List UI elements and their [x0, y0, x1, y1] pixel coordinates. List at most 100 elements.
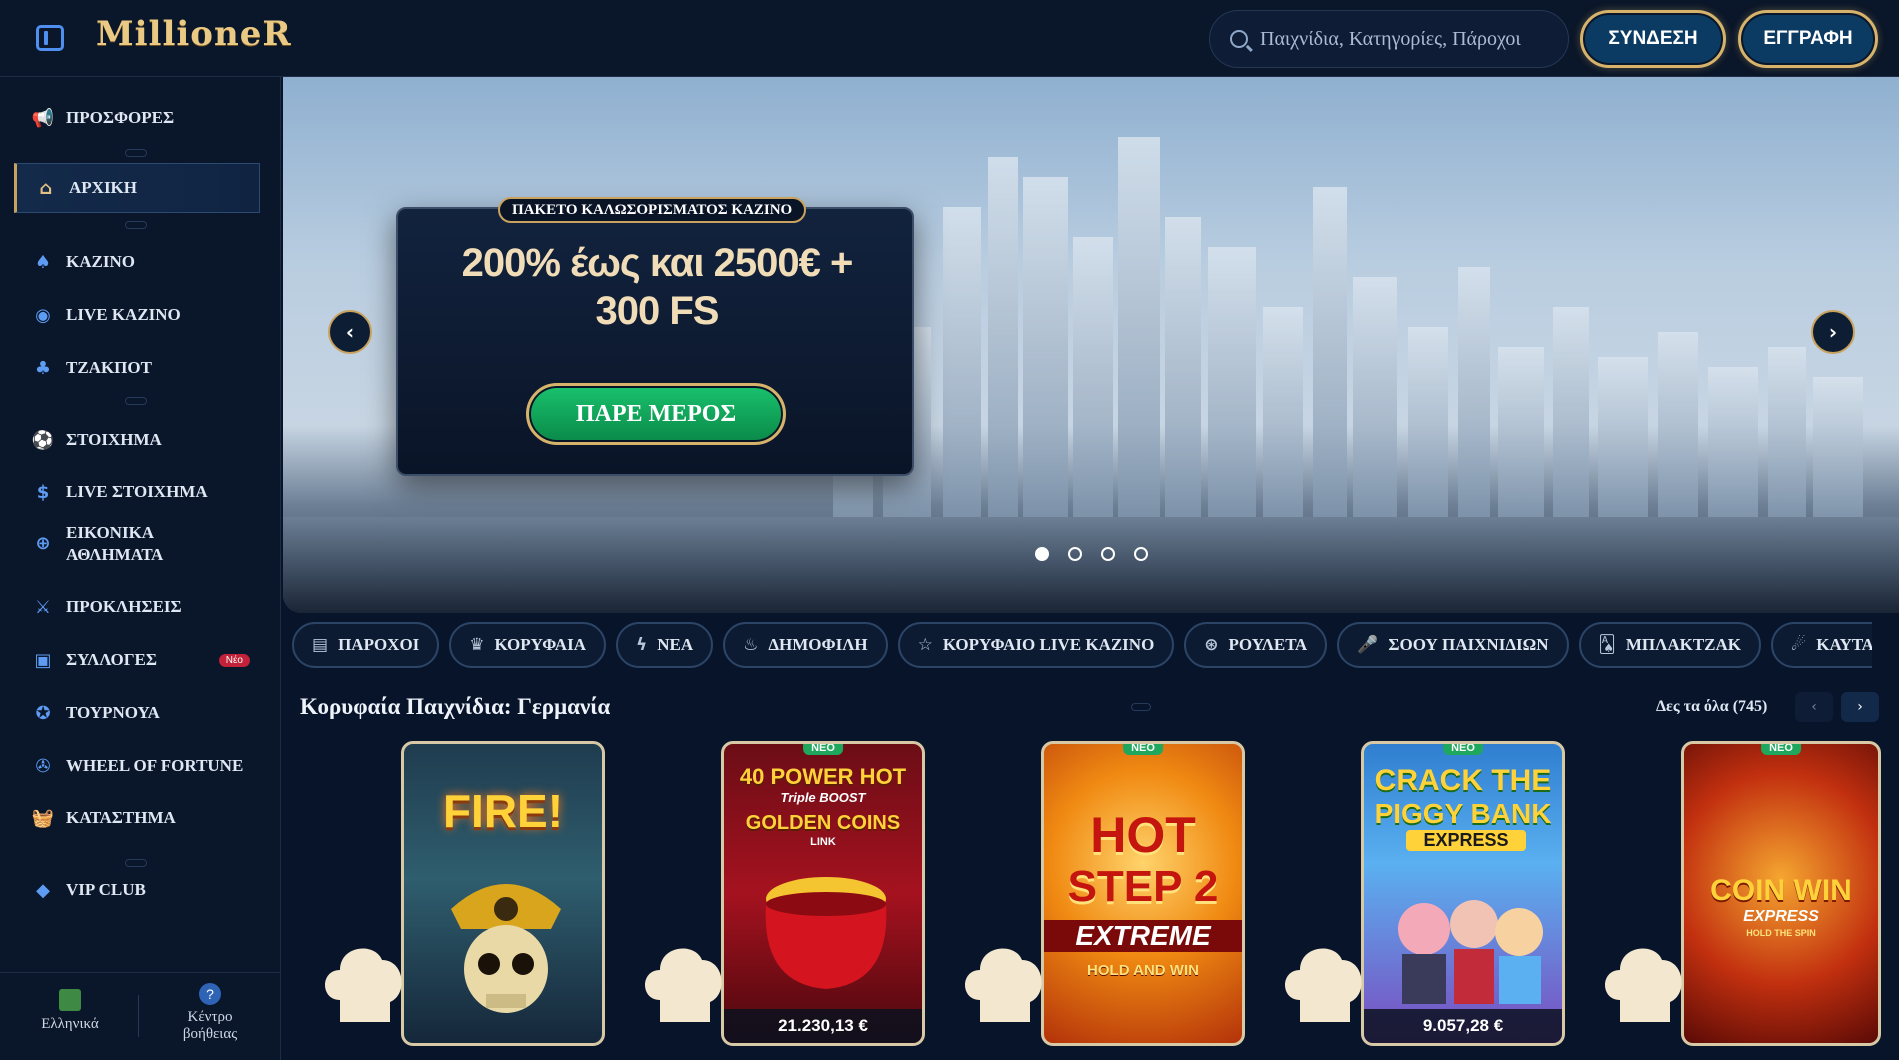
game-card[interactable]: FIRE!: [401, 741, 605, 1046]
tab-label: ΠΑΡΟΧΟΙ: [338, 635, 420, 654]
spade-icon: ♠: [34, 251, 52, 273]
carousel-dot[interactable]: [1101, 547, 1115, 561]
sidebar: 📢 ΠΡΟΣΦΟΡΕΣ ⌂ ΑΡΧΙΚΗ ♠ ΚΑΖΙΝΟ ◉ LIVE ΚΑΖ…: [0, 77, 281, 1060]
tab-top-live-casino[interactable]: ☆ ΚΟΡΥΦΑΙΟ LIVE ΚΑΖΙΝΟ: [897, 622, 1175, 668]
see-all-link[interactable]: Δες τα όλα (745): [1656, 698, 1767, 716]
new-game-badge: ΝΕΟ: [1761, 744, 1801, 755]
chip-icon: ◉: [35, 304, 51, 326]
sidebar-item-label: VIP CLUB: [66, 880, 146, 899]
game-card[interactable]: ΝΕΟ COIN WIN EXPRESS HOLD THE SPIN: [1681, 741, 1881, 1046]
promo-title: 200% έως και 2500€ + 300 FS: [398, 239, 916, 335]
sidebar-item-jackpot[interactable]: ♣ ΤΖΑΚΠΟΤ: [14, 343, 260, 393]
tab-top[interactable]: ♛ ΚΟΡΥΦΑΙΑ: [449, 622, 606, 668]
rank-badge: [325, 948, 402, 1022]
basket-icon: 🧺: [31, 807, 55, 829]
hero-banner[interactable]: ΠΑΚΕΤΟ ΚΑΛΩΣΟΡΙΣΜΑΤΟΣ ΚΑΖΙΝΟ 200% έως κα…: [283, 77, 1899, 613]
megaphone-icon: 📢: [31, 107, 55, 129]
game-card[interactable]: ΝΕΟ 40 POWER HOT Triple BOOST GOLDEN COI…: [721, 741, 925, 1046]
sidebar-item-label: ΠΡΟΣΦΟΡΕΣ: [66, 108, 175, 127]
nav-divider: [125, 397, 147, 405]
crossed-swords-icon: ⚔: [34, 596, 52, 618]
diamond-icon: ◆: [36, 879, 50, 901]
rank-badge: [1285, 948, 1362, 1022]
sidebar-item-betting[interactable]: ⚽ ΣΤΟΙΧΗΜΑ: [14, 415, 260, 465]
hero-prev-arrow-icon[interactable]: ‹: [328, 310, 372, 354]
tab-roulette[interactable]: ⊛ ΡΟΥΛΕΤΑ: [1184, 622, 1328, 668]
sidebar-item-wheel-of-fortune[interactable]: ✇ WHEEL OF FORTUNE: [14, 741, 260, 791]
game-card[interactable]: ΝΕΟ HOT STEP 2 EXTREME HOLD AND WIN: [1041, 741, 1245, 1046]
search-input[interactable]: [1260, 27, 1550, 51]
games-prev-arrow-icon[interactable]: ‹: [1795, 692, 1833, 722]
home-icon: ⌂: [39, 177, 53, 199]
register-button[interactable]: ΕΓΓΡΑΦΗ: [1738, 10, 1878, 68]
sidebar-item-collections[interactable]: ▣ ΣΥΛΛΟΓΕΣ Νέο: [14, 635, 260, 685]
pig-characters-icon: [1398, 900, 1543, 1004]
virtual-sports-icon: ⊕: [35, 533, 51, 554]
sidebar-item-label: ΚΑΖΙΝΟ: [66, 252, 135, 271]
game-title-art: HOLD THE SPIN: [1746, 928, 1816, 938]
sidebar-item-label: ΑΡΧΙΚΗ: [69, 178, 137, 197]
category-tabs: ▤ ΠΑΡΟΧΟΙ ♛ ΚΟΡΥΦΑΙΑ ϟ ΝΕΑ ♨ ΔΗΜΟΦΙΛΗ ☆ ΚΟΡΥΦ…: [292, 622, 1872, 670]
footer-divider: [138, 995, 139, 1037]
promo-title-line: 200% έως και 2500€ +: [461, 241, 854, 285]
tab-label: ΝΕΑ: [657, 635, 694, 654]
tab-game-shows[interactable]: 🎤 ΣΟΟΥ ΠΑΙΧΝΙΔΙΩΝ: [1337, 622, 1569, 668]
sidebar-item-label: LIVE ΚΑΖΙΝΟ: [66, 305, 181, 324]
sidebar-item-label: ΤΖΑΚΠΟΤ: [66, 358, 152, 377]
games-next-arrow-icon[interactable]: ›: [1841, 692, 1879, 722]
jackpot-amount: 21.230,13 €: [724, 1009, 922, 1043]
sidebar-item-shop[interactable]: 🧺 ΚΑΤΑΣΤΗΜΑ: [14, 793, 260, 843]
rank-badge: [965, 948, 1042, 1022]
new-badge: Νέο: [218, 653, 250, 667]
tab-label: ΚΟΡΥΦΑΙΑ: [494, 635, 586, 654]
sidebar-item-challenges[interactable]: ⚔ ΠΡΟΚΛΗΣΕΙΣ: [14, 582, 260, 632]
tab-hot-jackpot[interactable]: ☄ ΚΑΥΤΑ ΤΖΑΚΠΟΤ: [1771, 622, 1872, 668]
sidebar-item-tournaments[interactable]: ✪ ΤΟΥΡΝΟΥΑ: [14, 688, 260, 738]
new-game-badge: ΝΕΟ: [803, 744, 843, 755]
help-center-link[interactable]: ? Κέντρο βοήθειας: [145, 983, 275, 1043]
book-icon: ▤: [312, 635, 329, 655]
tab-popular[interactable]: ♨ ΔΗΜΟΦΙΛΗ: [723, 622, 888, 668]
login-button[interactable]: ΣΥΝΔΕΣΗ: [1580, 10, 1726, 68]
crown-icon: ♛: [469, 635, 485, 655]
promo-tag: ΠΑΚΕΤΟ ΚΑΛΩΣΟΡΙΣΜΑΤΟΣ ΚΑΖΙΝΟ: [498, 197, 807, 223]
sidebar-item-live-casino[interactable]: ◉ LIVE ΚΑΖΙΝΟ: [14, 290, 260, 340]
carousel-dots: [1035, 547, 1148, 561]
sidebar-toggle-icon[interactable]: [36, 25, 64, 51]
new-game-badge: ΝΕΟ: [1443, 744, 1483, 755]
game-title-art: EXPRESS: [1406, 830, 1526, 851]
sidebar-item-vip-club[interactable]: ◆ VIP CLUB: [14, 865, 260, 915]
game-title-art: EXPRESS: [1743, 908, 1819, 925]
game-title-art: Triple BOOST: [780, 790, 866, 805]
jackpot-amount: 9.057,28 €: [1364, 1009, 1562, 1043]
carousel-dot[interactable]: [1035, 547, 1049, 561]
tab-blackjack[interactable]: 🂡 ΜΠΛΑΚΤΖΑΚ: [1578, 622, 1762, 668]
sidebar-item-virtual-sports[interactable]: ⊕ ΕΙΚΟΝΙΚΑ ΑΘΛΗΜΑΤΑ: [14, 517, 260, 571]
tab-new[interactable]: ϟ ΝΕΑ: [615, 622, 714, 668]
carousel-dot[interactable]: [1068, 547, 1082, 561]
sidebar-footer: Ελληνικά ? Κέντρο βοήθειας: [0, 972, 281, 1060]
site-logo[interactable]: MillioneR: [96, 14, 292, 54]
sidebar-item-home[interactable]: ⌂ ΑΡΧΙΚΗ: [14, 163, 260, 213]
chili-icon: ☄: [1791, 635, 1807, 655]
carousel-dot[interactable]: [1134, 547, 1148, 561]
sidebar-item-casino[interactable]: ♠ ΚΑΖΙΝΟ: [14, 237, 260, 287]
globe-icon: [59, 989, 81, 1011]
rank-badge: [1605, 948, 1682, 1022]
search-box[interactable]: [1209, 10, 1569, 68]
section-title: Κορυφαία Παιχνίδια: Γερμανία: [300, 694, 611, 719]
skull-pirate-icon: [451, 884, 561, 1013]
flame-icon: ♨: [743, 635, 759, 655]
star-icon: ☆: [917, 635, 933, 655]
sidebar-item-live-betting[interactable]: $ LIVE ΣΤΟΙΧΗΜΑ: [14, 467, 260, 517]
sidebar-item-offers[interactable]: 📢 ΠΡΟΣΦΟΡΕΣ: [14, 93, 260, 143]
nav-divider: [125, 149, 147, 157]
game-title-art: CRACK THE: [1374, 764, 1552, 797]
hero-next-arrow-icon[interactable]: ›: [1811, 310, 1855, 354]
language-selector[interactable]: Ελληνικά: [5, 989, 135, 1033]
tab-providers[interactable]: ▤ ΠΑΡΟΧΟΙ: [292, 622, 440, 668]
game-card[interactable]: ΝΕΟ CRACK THE PIGGY BANK EXPRESS 9.057,2…: [1361, 741, 1565, 1046]
sidebar-item-label: WHEEL OF FORTUNE: [66, 756, 244, 775]
microphone-icon: 🎤: [1357, 635, 1379, 655]
join-button[interactable]: ΠΑΡΕ ΜΕΡΟΣ: [526, 383, 786, 445]
